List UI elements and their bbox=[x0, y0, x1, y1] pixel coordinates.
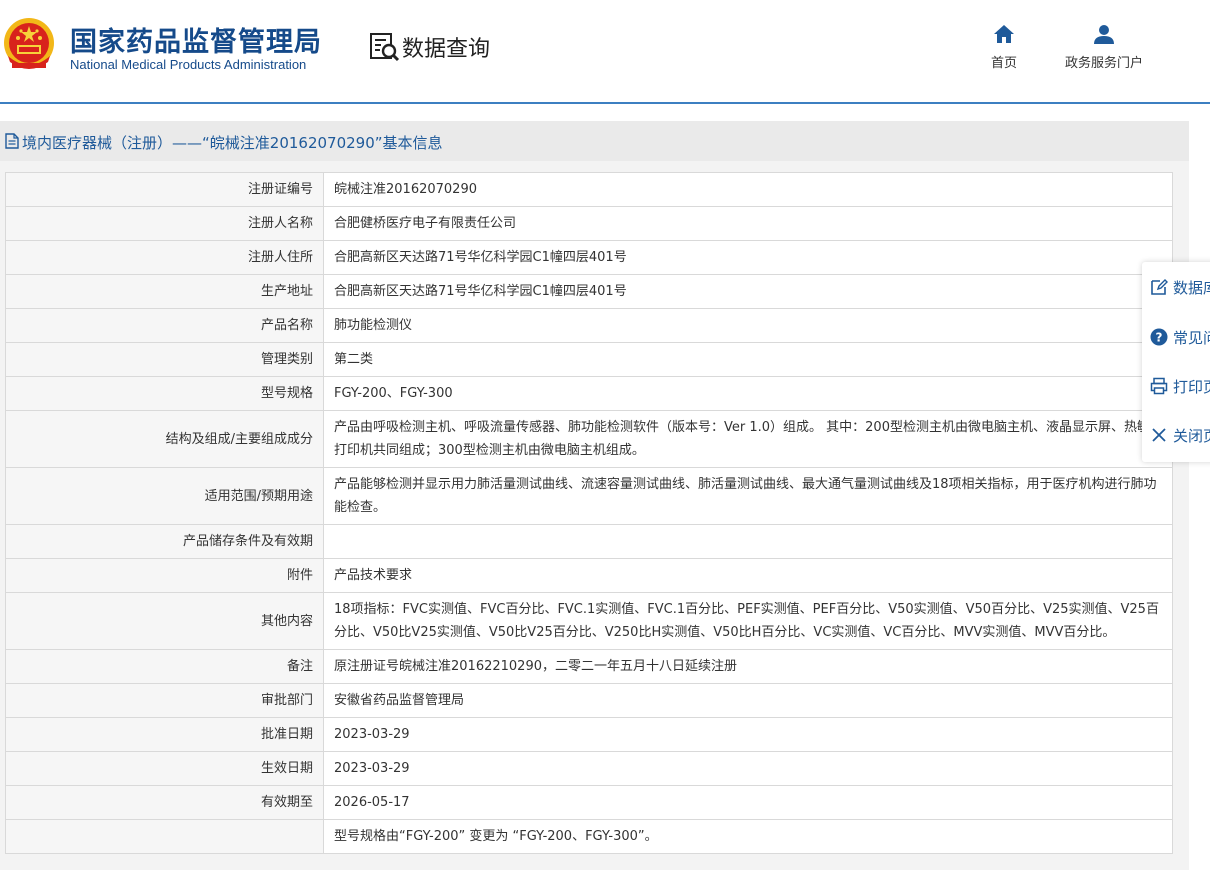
table-row: 附件 产品技术要求 bbox=[5, 558, 1173, 593]
table-row: 审批部门 安徽省药品监督管理局 bbox=[5, 683, 1173, 718]
field-label: 备注 bbox=[5, 649, 324, 684]
close-button[interactable]: 关闭页面 bbox=[1150, 423, 1210, 447]
database-link-label: 数据库 bbox=[1173, 278, 1210, 297]
field-value: 安徽省药品监督管理局 bbox=[323, 683, 1173, 718]
field-label bbox=[5, 819, 324, 854]
field-value bbox=[323, 524, 1173, 559]
field-value: 产品技术要求 bbox=[323, 558, 1173, 593]
detail-title: 境内医疗器械（注册）——“皖械注准20162070290”基本信息 bbox=[22, 134, 443, 152]
field-label: 生效日期 bbox=[5, 751, 324, 786]
field-label: 适用范围/预期用途 bbox=[5, 467, 324, 525]
field-label: 型号规格 bbox=[5, 376, 324, 411]
table-row: 型号规格 FGY-200、FGY-300 bbox=[5, 376, 1173, 411]
field-value: 2023-03-29 bbox=[323, 717, 1173, 752]
field-label: 管理类别 bbox=[5, 342, 324, 377]
field-label: 其他内容 bbox=[5, 592, 324, 650]
field-value: 产品由呼吸检测主机、呼吸流量传感器、肺功能检测软件（版本号：Ver 1.0）组成… bbox=[323, 410, 1173, 468]
org-name-en: National Medical Products Administration bbox=[70, 57, 307, 72]
table-row: 其他内容 18项指标：FVC实测值、FVC百分比、FVC.1实测值、FVC.1百分… bbox=[5, 592, 1173, 650]
edit-icon bbox=[1151, 279, 1168, 295]
field-value: FGY-200、FGY-300 bbox=[323, 376, 1173, 411]
field-label: 产品名称 bbox=[5, 308, 324, 343]
field-value: 2026-05-17 bbox=[323, 785, 1173, 820]
field-label: 产品储存条件及有效期 bbox=[5, 524, 324, 559]
nav-home-label: 首页 bbox=[991, 56, 1018, 71]
table-row: 管理类别 第二类 bbox=[5, 342, 1173, 377]
field-label: 注册证编号 bbox=[5, 172, 324, 207]
close-icon bbox=[1152, 428, 1166, 442]
close-button-label: 关闭页面 bbox=[1173, 426, 1210, 445]
table-row: 有效期至 2026-05-17 bbox=[5, 785, 1173, 820]
table-row: 适用范围/预期用途 产品能够检测并显示用力肺活量测试曲线、流速容量测试曲线、肺活量… bbox=[5, 467, 1173, 525]
field-value: 原注册证号皖械注准20162210290，二零二一年五月十八日延续注册 bbox=[323, 649, 1173, 684]
faq-link-label: 常见问题 bbox=[1173, 328, 1210, 347]
field-value: 18项指标：FVC实测值、FVC百分比、FVC.1实测值、FVC.1百分比、PE… bbox=[323, 592, 1173, 650]
nav-home[interactable]: 首页 bbox=[991, 24, 1017, 71]
national-emblem-icon bbox=[4, 18, 54, 69]
table-row: 备注 原注册证号皖械注准20162210290，二零二一年五月十八日延续注册 bbox=[5, 649, 1173, 684]
field-label: 注册人住所 bbox=[5, 240, 324, 275]
question-icon: ? bbox=[1150, 328, 1168, 346]
header-divider bbox=[0, 102, 1210, 104]
table-row: 注册人住所 合肥高新区天达路71号华亿科学园C1幢四层401号 bbox=[5, 240, 1173, 275]
table-row: 结构及组成/主要组成成分 产品由呼吸检测主机、呼吸流量传感器、肺功能检测软件（版本… bbox=[5, 410, 1173, 468]
table-row: 生产地址 合肥高新区天达路71号华亿科学园C1幢四层401号 bbox=[5, 274, 1173, 309]
table-row: 产品名称 肺功能检测仪 bbox=[5, 308, 1173, 343]
table-row: 型号规格由“FGY-200” 变更为 “FGY-200、FGY-300”。 bbox=[5, 819, 1173, 854]
detail-title-bar: 境内医疗器械（注册）——“皖械注准20162070290”基本信息 bbox=[0, 121, 1189, 161]
field-value: 合肥高新区天达路71号华亿科学园C1幢四层401号 bbox=[323, 240, 1173, 275]
home-icon bbox=[994, 25, 1014, 43]
field-value: 2023-03-29 bbox=[323, 751, 1173, 786]
table-row: 生效日期 2023-03-29 bbox=[5, 751, 1173, 786]
print-icon bbox=[1150, 377, 1168, 395]
document-search-icon bbox=[370, 33, 400, 62]
field-label: 附件 bbox=[5, 558, 324, 593]
print-button[interactable]: 打印页面 bbox=[1150, 374, 1210, 398]
site-header: 国家药品监督管理局 National Medical Products Admi… bbox=[0, 0, 1210, 102]
nav-service-portal[interactable]: 政务服务门户 bbox=[1065, 24, 1143, 71]
field-value: 合肥健桥医疗电子有限责任公司 bbox=[323, 206, 1173, 241]
database-link[interactable]: 数据库 bbox=[1150, 275, 1210, 299]
table-row: 注册人名称 合肥健桥医疗电子有限责任公司 bbox=[5, 206, 1173, 241]
field-value: 皖械注准20162070290 bbox=[323, 172, 1173, 207]
user-icon bbox=[1094, 25, 1114, 44]
svg-text:?: ? bbox=[1156, 331, 1163, 345]
field-label: 生产地址 bbox=[5, 274, 324, 309]
document-icon bbox=[5, 133, 19, 149]
field-label: 审批部门 bbox=[5, 683, 324, 718]
org-name-cn: 国家药品监督管理局 bbox=[70, 27, 322, 58]
page-gutter bbox=[1189, 121, 1210, 870]
field-value: 合肥高新区天达路71号华亿科学园C1幢四层401号 bbox=[323, 274, 1173, 309]
nav-service-portal-label: 政务服务门户 bbox=[1065, 56, 1144, 71]
field-value: 产品能够检测并显示用力肺活量测试曲线、流速容量测试曲线、肺活量测试曲线、最大通气… bbox=[323, 467, 1173, 525]
table-row: 批准日期 2023-03-29 bbox=[5, 717, 1173, 752]
field-value: 第二类 bbox=[323, 342, 1173, 377]
floating-tool-panel: 数据库 ? 常见问题 打印页面 关闭页面 bbox=[1142, 262, 1210, 462]
print-button-label: 打印页面 bbox=[1173, 377, 1210, 396]
table-row: 注册证编号 皖械注准20162070290 bbox=[5, 172, 1173, 207]
data-query-heading: 数据查询 bbox=[368, 30, 490, 64]
field-label: 结构及组成/主要组成成分 bbox=[5, 410, 324, 468]
faq-link[interactable]: ? 常见问题 bbox=[1150, 325, 1210, 349]
data-query-label: 数据查询 bbox=[402, 37, 491, 62]
field-value: 肺功能检测仪 bbox=[323, 308, 1173, 343]
field-label: 注册人名称 bbox=[5, 206, 324, 241]
field-label: 批准日期 bbox=[5, 717, 324, 752]
field-value: 型号规格由“FGY-200” 变更为 “FGY-200、FGY-300”。 bbox=[323, 819, 1173, 854]
table-row: 产品储存条件及有效期 bbox=[5, 524, 1173, 559]
registration-info-table: 注册证编号 皖械注准20162070290 注册人名称 合肥健桥医疗电子有限责任公司注… bbox=[5, 172, 1173, 854]
field-label: 有效期至 bbox=[5, 785, 324, 820]
